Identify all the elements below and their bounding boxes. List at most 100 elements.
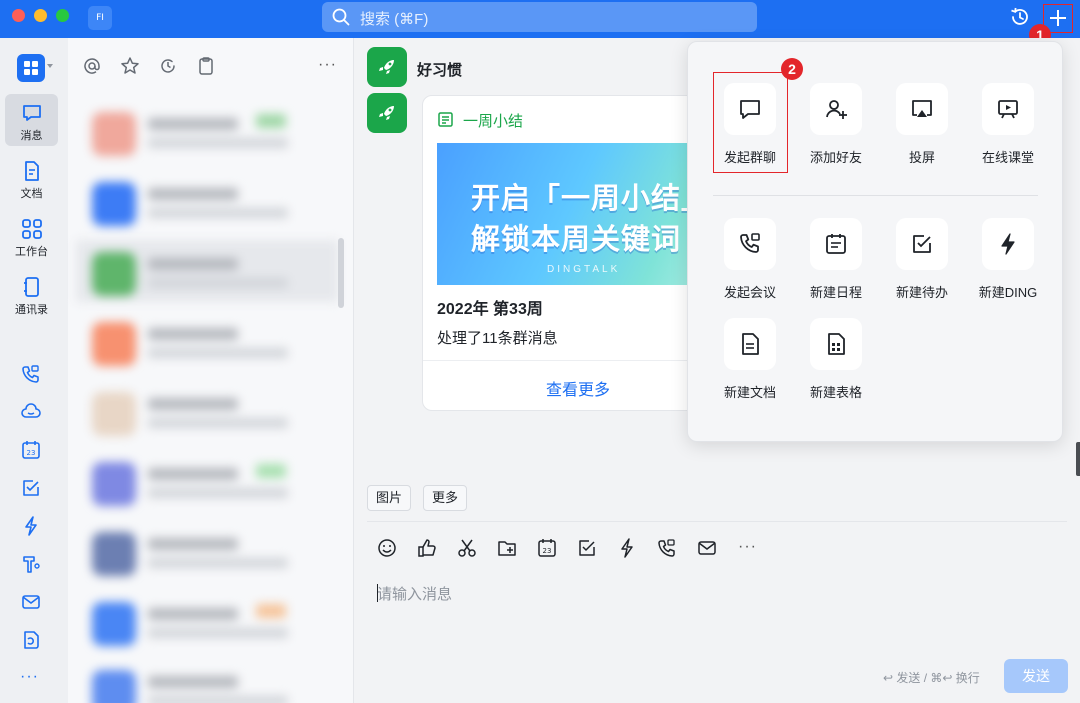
- filter-recent-button[interactable]: [158, 56, 178, 76]
- new-schedule-icon: [826, 234, 846, 254]
- action-tile[interactable]: [810, 83, 862, 135]
- call-button[interactable]: [657, 538, 679, 560]
- rocket-icon: [379, 60, 394, 74]
- action-new-ding[interactable]: 新建DING: [965, 218, 1051, 314]
- card-description: 处理了11条群消息: [437, 330, 558, 347]
- nav-shortcut-mail[interactable]: [21, 592, 43, 614]
- thumbs-up-button[interactable]: [417, 538, 439, 560]
- nav-item-workbench[interactable]: 工作台: [5, 210, 58, 262]
- filter-starred-button[interactable]: [120, 56, 140, 76]
- robot-avatar[interactable]: [367, 47, 407, 87]
- nav-shortcut-tools[interactable]: [21, 554, 43, 576]
- toolbar-more-button[interactable]: ···: [738, 538, 757, 556]
- action-new-document[interactable]: 新建文档: [707, 318, 793, 414]
- calendar-icon: 23: [538, 539, 556, 557]
- action-tile[interactable]: [810, 318, 862, 370]
- window-minimize-button[interactable]: [34, 9, 47, 22]
- history-icon: [1011, 7, 1028, 25]
- list-item[interactable]: [76, 310, 338, 372]
- nav-shortcut-call[interactable]: [21, 364, 43, 386]
- quick-reply-more[interactable]: 更多: [423, 485, 468, 511]
- window-zoom-button[interactable]: [56, 9, 69, 22]
- contacts-icon: [24, 277, 39, 297]
- list-item[interactable]: [76, 170, 338, 232]
- new-sheet-icon: [828, 333, 845, 355]
- side-panel-handle[interactable]: [1076, 442, 1080, 476]
- weekly-summary-card[interactable]: 一周小结 开启「一周小结」 解锁本周关键词 DINGTALK 2022年 第33…: [422, 95, 732, 411]
- phone-video-icon: [658, 539, 675, 557]
- conversation-more-button[interactable]: ···: [318, 56, 337, 74]
- message-icon: [23, 105, 41, 121]
- action-new-sheet[interactable]: 新建表格: [793, 318, 879, 414]
- history-button[interactable]: [1009, 6, 1033, 30]
- nav-shortcut-docs[interactable]: [21, 630, 43, 652]
- conversation-scrollbar[interactable]: [338, 238, 344, 308]
- nav-shortcut-cloud[interactable]: [21, 402, 43, 424]
- nav-item-messages[interactable]: 消息: [5, 94, 58, 146]
- chevron-down-icon[interactable]: [47, 64, 53, 68]
- action-tile[interactable]: [896, 83, 948, 135]
- cloud-icon: [21, 403, 41, 418]
- list-item[interactable]: [76, 100, 338, 162]
- send-file-button[interactable]: [497, 538, 519, 560]
- meeting-icon: [740, 233, 760, 253]
- ding-icon: [25, 516, 37, 536]
- window-close-button[interactable]: [12, 9, 25, 22]
- chat-title[interactable]: 好习惯: [417, 59, 462, 80]
- nav-item-contacts[interactable]: 通讯录: [5, 268, 58, 320]
- list-item[interactable]: [76, 658, 338, 703]
- filter-clipboard-button[interactable]: [196, 56, 216, 76]
- clipboard-icon: [199, 57, 213, 75]
- send-button[interactable]: 发送: [1004, 659, 1068, 693]
- action-tile[interactable]: [810, 218, 862, 270]
- filter-mentions-button[interactable]: [82, 56, 102, 76]
- action-screen-cast[interactable]: 投屏: [879, 83, 965, 179]
- todo-button[interactable]: [577, 538, 599, 560]
- action-start-meeting[interactable]: 发起会议: [707, 218, 793, 314]
- app-switcher-button[interactable]: [17, 54, 45, 82]
- action-label: 投屏: [908, 150, 935, 165]
- card-week-label: 2022年 第33周: [437, 301, 543, 318]
- action-new-schedule[interactable]: 新建日程: [793, 218, 879, 314]
- list-item[interactable]: [76, 240, 338, 302]
- card-view-more-link[interactable]: 查看更多: [423, 376, 731, 400]
- list-item[interactable]: [76, 520, 338, 582]
- action-label: 添加好友: [809, 150, 862, 165]
- action-tile[interactable]: [724, 218, 776, 270]
- nav-item-label: 消息: [20, 130, 43, 142]
- message-input[interactable]: [377, 582, 1037, 606]
- scissors-icon: [458, 539, 476, 557]
- docs-icon: [24, 631, 39, 649]
- message-sender-avatar[interactable]: [367, 93, 407, 133]
- list-item[interactable]: [76, 380, 338, 442]
- calendar-day-label: 23: [543, 547, 552, 555]
- calendar-day-label: 23: [27, 449, 36, 457]
- mail-button[interactable]: [697, 538, 719, 560]
- action-tile[interactable]: [724, 318, 776, 370]
- composer-divider: [367, 521, 1067, 522]
- ding-icon: [621, 538, 633, 558]
- quick-reply-image[interactable]: 图片: [367, 485, 412, 511]
- list-item[interactable]: [76, 450, 338, 512]
- rocket-icon: [379, 106, 394, 120]
- nav-shortcut-todo[interactable]: [21, 478, 43, 500]
- screenshot-button[interactable]: [457, 538, 479, 560]
- action-tile[interactable]: [982, 83, 1034, 135]
- action-tile[interactable]: [896, 218, 948, 270]
- nav-shortcut-ding[interactable]: [21, 516, 43, 538]
- ding-button[interactable]: [617, 538, 639, 560]
- action-new-todo[interactable]: 新建待办: [879, 218, 965, 314]
- action-add-friend[interactable]: 添加好友: [793, 83, 879, 179]
- todo-icon: [23, 480, 39, 496]
- list-item[interactable]: [76, 590, 338, 652]
- app-avatar-badge[interactable]: FI: [88, 6, 112, 30]
- nav-shortcut-calendar[interactable]: 23: [21, 440, 43, 462]
- schedule-button[interactable]: 23: [537, 538, 559, 560]
- nav-item-label: 通讯录: [15, 304, 48, 316]
- nav-item-docs[interactable]: 文档: [5, 152, 58, 204]
- emoji-button[interactable]: [377, 538, 399, 560]
- nav-more-button[interactable]: ···: [20, 668, 39, 686]
- action-tile[interactable]: [982, 218, 1034, 270]
- action-online-class[interactable]: 在线课堂: [965, 83, 1051, 179]
- search-bar[interactable]: 搜索 (⌘F): [322, 2, 757, 32]
